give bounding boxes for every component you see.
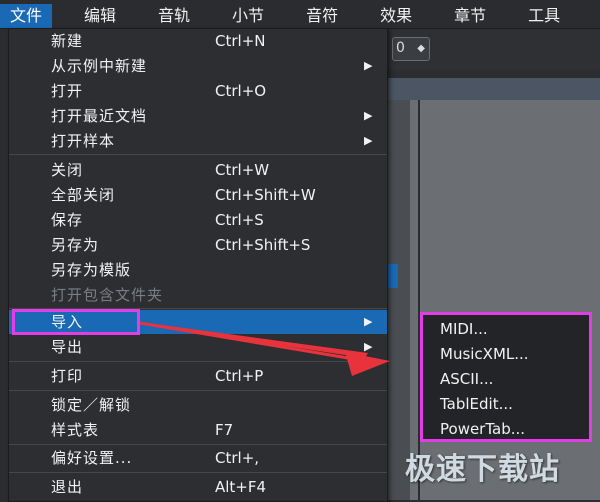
submenu-arrow-icon: ▶ bbox=[364, 340, 373, 353]
menu-track[interactable]: 音轨 bbox=[148, 4, 200, 28]
menu-separator bbox=[9, 154, 387, 155]
menu-item-close[interactable]: 关闭 Ctrl+W bbox=[9, 158, 387, 182]
menu-item-export[interactable]: 导出 ▶ bbox=[9, 335, 387, 359]
menu-file[interactable]: 文件 bbox=[0, 4, 53, 28]
submenu-arrow-icon: ▶ bbox=[364, 315, 373, 328]
menu-bar: 文件 编辑 音轨 小节 音符 效果 章节 工具 bbox=[0, 0, 600, 29]
menu-edit[interactable]: 编辑 bbox=[74, 4, 126, 28]
toolbar-select-value: 0 bbox=[396, 40, 405, 56]
submenu-arrow-icon: ▶ bbox=[364, 134, 373, 147]
submenu-item-musicxml[interactable]: MusicXML... bbox=[440, 342, 529, 366]
menu-tools[interactable]: 工具 bbox=[518, 4, 570, 28]
submenu-arrow-icon: ▶ bbox=[364, 59, 373, 72]
menu-note[interactable]: 音符 bbox=[296, 4, 348, 28]
menu-separator bbox=[9, 444, 387, 445]
menu-effects[interactable]: 效果 bbox=[370, 4, 422, 28]
submenu-item-powertab[interactable]: PowerTab... bbox=[440, 417, 525, 441]
submenu-item-midi[interactable]: MIDI... bbox=[440, 317, 488, 341]
menu-item-open[interactable]: 打开 Ctrl+O bbox=[9, 79, 387, 103]
menu-item-close-all[interactable]: 全部关闭 Ctrl+Shift+W bbox=[9, 183, 387, 207]
menu-item-lock-unlock[interactable]: 锁定／解锁 bbox=[9, 393, 387, 417]
menu-item-preferences[interactable]: 偏好设置... Ctrl+, bbox=[9, 446, 387, 470]
menu-item-print[interactable]: 打印 Ctrl+P bbox=[9, 364, 387, 388]
toolbar-select[interactable]: 0 ◆ bbox=[392, 37, 430, 61]
submenu-arrow-icon: ▶ bbox=[364, 109, 373, 122]
menu-item-open-sample[interactable]: 打开样本 ▶ bbox=[9, 129, 387, 153]
submenu-item-ascii[interactable]: ASCII... bbox=[440, 367, 493, 391]
menu-item-open-containing-folder: 打开包含文件夹 bbox=[51, 286, 164, 304]
import-submenu: MIDI... MusicXML... ASCII... TablEdit...… bbox=[420, 312, 592, 442]
chevron-updown-icon: ◆ bbox=[417, 43, 425, 54]
menu-bar-measure[interactable]: 小节 bbox=[222, 4, 274, 28]
track-header-band bbox=[388, 78, 600, 100]
menu-item-exit[interactable]: 退出 Alt+F4 bbox=[9, 475, 387, 499]
watermark-logo: 极速下载站 bbox=[405, 452, 560, 487]
menu-item-new[interactable]: 新建 Ctrl+N bbox=[9, 29, 387, 53]
submenu-item-tabledit[interactable]: TablEdit... bbox=[440, 392, 513, 416]
menu-separator bbox=[9, 472, 387, 473]
menu-item-save-as-template[interactable]: 另存为模版 bbox=[9, 258, 387, 282]
file-menu-dropdown: 新建 Ctrl+N 从示例中新建 ▶ 打开 Ctrl+O 打开最近文档 ▶ 打开… bbox=[8, 28, 388, 502]
menu-item-stylesheet[interactable]: 样式表 F7 bbox=[9, 418, 387, 442]
menu-item-save-as[interactable]: 另存为 Ctrl+Shift+S bbox=[9, 233, 387, 257]
menu-item-new-from-example[interactable]: 从示例中新建 ▶ bbox=[9, 54, 387, 78]
annotation-highlight-box bbox=[12, 309, 140, 335]
track-side-pane bbox=[388, 100, 410, 500]
side-tab-indicator[interactable] bbox=[388, 264, 398, 288]
menu-item-save[interactable]: 保存 Ctrl+S bbox=[9, 208, 387, 232]
menu-section[interactable]: 章节 bbox=[444, 4, 496, 28]
menu-separator bbox=[9, 361, 387, 362]
menu-item-open-recent[interactable]: 打开最近文档 ▶ bbox=[9, 104, 387, 128]
menu-separator bbox=[9, 390, 387, 391]
